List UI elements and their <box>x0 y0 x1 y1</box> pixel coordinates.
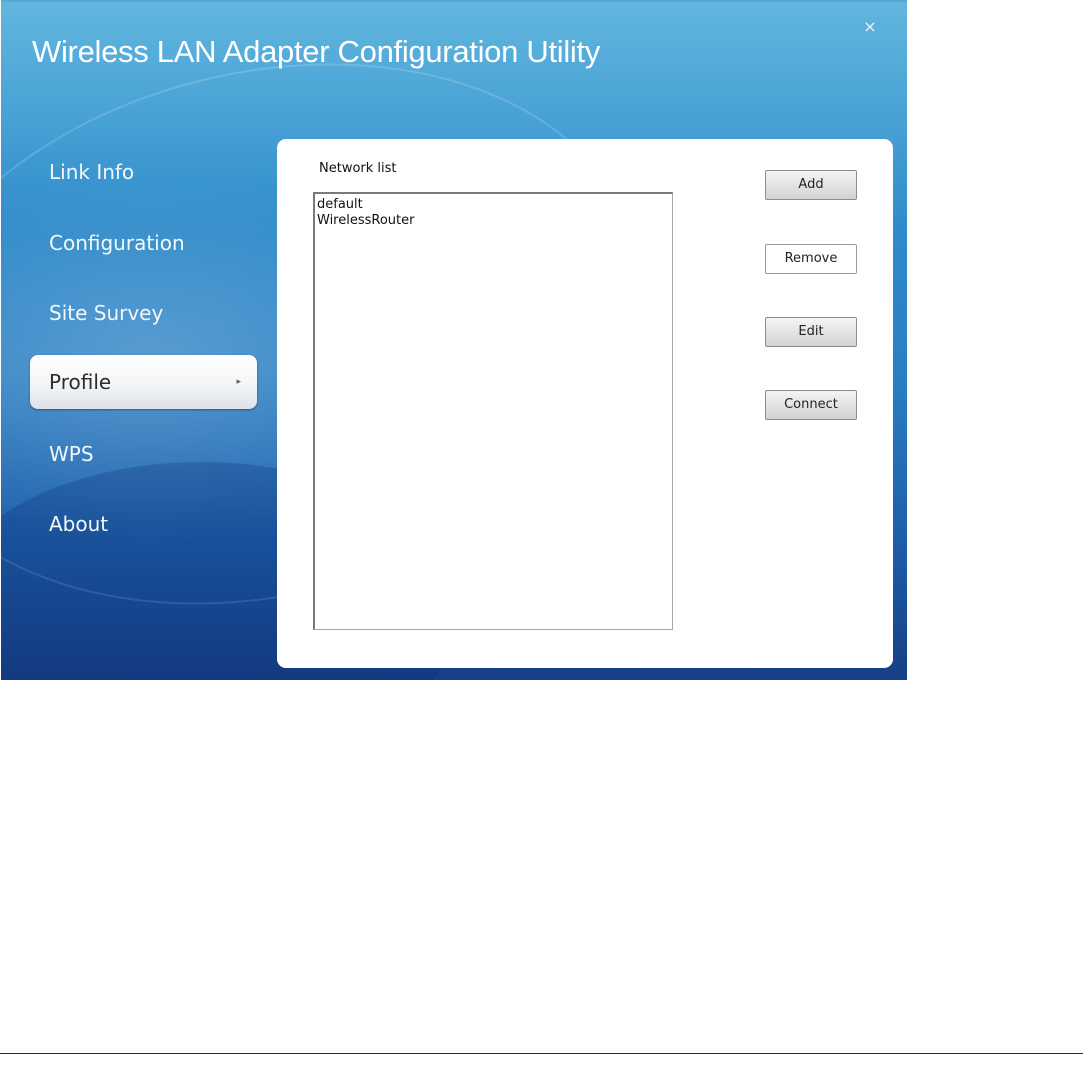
sidebar-item-configuration[interactable]: Configuration <box>49 227 185 259</box>
sidebar-item-about[interactable]: About <box>49 508 108 540</box>
sidebar-item-label: Profile <box>49 370 112 394</box>
network-listbox[interactable]: default WirelessRouter <box>313 192 673 630</box>
connect-button[interactable]: Connect <box>765 390 857 420</box>
close-icon[interactable]: × <box>861 18 879 36</box>
window-title: Wireless LAN Adapter Configuration Utili… <box>32 34 601 69</box>
add-button[interactable]: Add <box>765 170 857 200</box>
sidebar-item-site-survey[interactable]: Site Survey <box>49 297 163 329</box>
edit-button[interactable]: Edit <box>765 317 857 347</box>
chevron-right-icon: ▸ <box>236 377 241 387</box>
remove-button[interactable]: Remove <box>765 244 857 274</box>
list-item[interactable]: WirelessRouter <box>316 213 672 229</box>
network-list-label: Network list <box>319 161 397 176</box>
app-window: Wireless LAN Adapter Configuration Utili… <box>1 0 907 680</box>
list-item[interactable]: default <box>316 197 672 213</box>
sidebar-item-wps[interactable]: WPS <box>49 438 94 470</box>
sidebar-item-link-info[interactable]: Link Info <box>49 156 134 188</box>
bottom-divider <box>0 1053 1083 1054</box>
profile-panel: Network list default WirelessRouter Add … <box>277 139 893 668</box>
sidebar-item-profile[interactable]: Profile ▸ <box>30 355 257 409</box>
